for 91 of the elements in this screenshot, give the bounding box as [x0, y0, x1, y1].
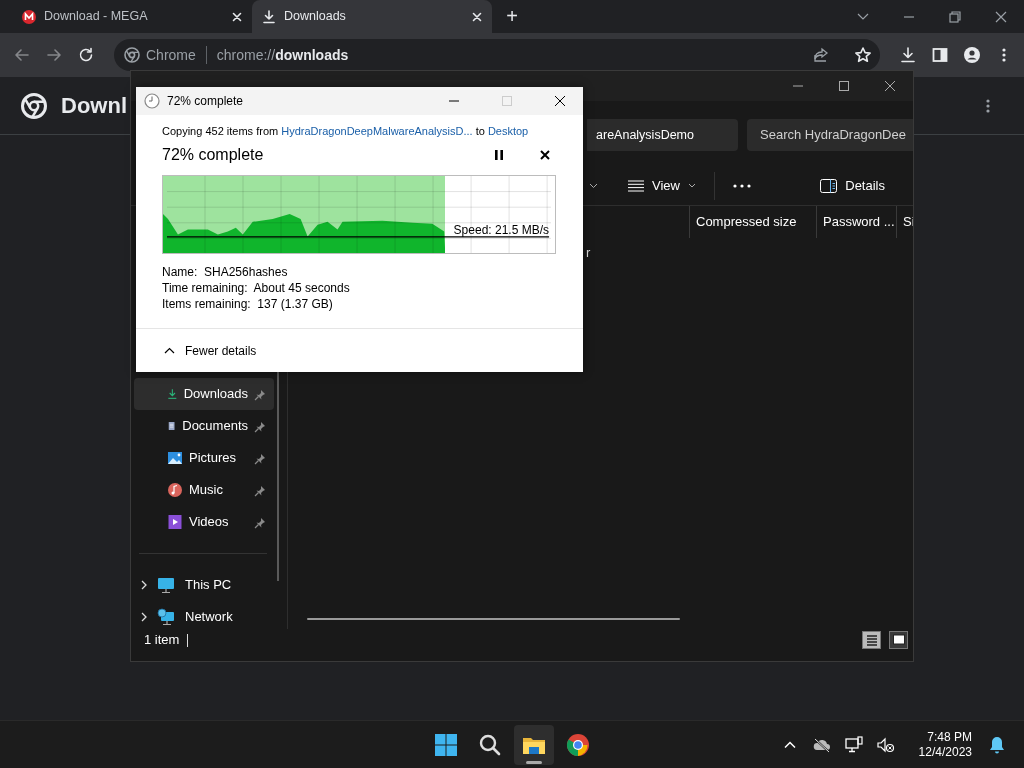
lines-icon [628, 179, 644, 192]
column-header[interactable]: Password ... [816, 206, 896, 238]
browser-tab[interactable]: Download - MEGA [12, 0, 252, 33]
search-field[interactable]: Search HydraDragonDee [747, 119, 913, 151]
bell-icon [987, 734, 1007, 755]
back-arrow-icon [13, 46, 31, 64]
details-view-button[interactable] [862, 631, 881, 649]
pin-icon [254, 420, 266, 433]
progress-heading: 72% complete [162, 144, 265, 165]
browser-tab[interactable]: Downloads [252, 0, 492, 33]
view-button[interactable]: View [622, 169, 702, 202]
fewer-details-button[interactable]: Fewer details [164, 341, 257, 360]
taskbar-button[interactable] [514, 724, 554, 765]
item-count: 1 item [144, 631, 180, 650]
square-icon [890, 632, 907, 648]
pin-icon [254, 452, 266, 465]
detail-line: Time remaining: About 45 seconds [162, 279, 351, 296]
scrollbar[interactable] [307, 618, 680, 620]
copy-description: Copying 452 items from HydraDragonDeepMalwareAnalysisD... to Desktop [162, 124, 530, 139]
column-header[interactable]: Compressed size [689, 206, 816, 238]
reload-icon [77, 46, 95, 64]
pin-icon [254, 484, 266, 497]
speed-label: Speed: 21.5 MB/s [453, 221, 549, 239]
download-icon [262, 9, 276, 24]
maximize-icon [837, 79, 851, 93]
chevron-up-icon [783, 741, 796, 748]
table-cell-text: r [586, 244, 591, 263]
share-icon [812, 46, 830, 64]
page-title: Downl [61, 92, 127, 120]
dialog-title: 72% complete [167, 93, 245, 110]
clock-button[interactable]: 7:48 PM 12/4/2023 [912, 729, 978, 760]
more-icon [732, 183, 751, 188]
network-icon [157, 608, 175, 626]
pin-icon [254, 516, 266, 529]
sidebar-item[interactable]: Downloads [134, 378, 274, 410]
close-icon [472, 11, 482, 22]
chevron-right-icon [141, 612, 147, 622]
panel-icon [820, 178, 838, 193]
pc-icon [157, 576, 175, 594]
chrome-icon [124, 47, 140, 63]
sidebar-item[interactable]: Videos [134, 506, 274, 538]
sidebar-item[interactable]: Music [134, 474, 274, 506]
maximize-icon [500, 94, 514, 108]
close-icon [883, 79, 897, 93]
site-label: Chrome [146, 45, 196, 65]
star-icon [854, 46, 872, 64]
chevron-down-icon [589, 182, 598, 189]
windows-icon [433, 731, 459, 758]
destination-link[interactable]: Desktop [487, 125, 529, 137]
tiles-view-button[interactable] [889, 631, 908, 649]
network-icon [843, 734, 864, 755]
source-link[interactable]: HydraDragonDeepMalwareAnalysisD... [281, 125, 473, 137]
detail-line: Items remaining: 137 (1.37 GB) [162, 295, 334, 312]
sidebar-item[interactable]: This PC [131, 569, 271, 601]
detail-line: Name: SHA256hashes [162, 263, 289, 280]
chrome-logo-icon [21, 92, 47, 119]
minimize-icon [904, 15, 914, 18]
sidebar-item[interactable]: Pictures [134, 442, 274, 474]
close-icon [540, 149, 550, 160]
videos-icon [167, 514, 183, 530]
profile-icon [963, 46, 981, 64]
sidebar-item[interactable]: Documents [134, 410, 274, 442]
url-text: chrome://downloads [216, 45, 350, 65]
new-tab-button[interactable]: + [498, 2, 526, 30]
menu-icon [986, 98, 990, 113]
minimize-icon [449, 100, 459, 102]
side-panel-icon [931, 46, 949, 64]
chevron-down-icon [687, 183, 696, 188]
pictures-icon [167, 450, 183, 466]
downloads-icon [167, 386, 178, 402]
sidebar-item[interactable]: Network [131, 601, 271, 633]
close-icon [994, 9, 1008, 24]
column-header[interactable]: Si [896, 206, 913, 238]
minimize-icon [793, 85, 803, 87]
menu-icon [1002, 48, 1006, 62]
music-icon [167, 482, 183, 498]
chrome-icon [565, 731, 591, 758]
clock-icon [144, 93, 160, 109]
close-icon [232, 11, 242, 22]
download-icon [899, 46, 917, 64]
forward-arrow-icon [45, 46, 63, 64]
pin-icon [254, 388, 266, 401]
chevron-right-icon [141, 580, 147, 590]
mega-icon [22, 9, 36, 24]
address-field[interactable]: areAnalysisDemo [587, 119, 738, 151]
chevron-up-icon [164, 347, 175, 354]
address-bar[interactable]: Chrome chrome://downloads [114, 39, 880, 71]
pause-icon [495, 149, 503, 160]
details-pane-button[interactable]: Details [814, 169, 891, 202]
restore-icon [948, 9, 962, 24]
close-icon [553, 94, 567, 108]
